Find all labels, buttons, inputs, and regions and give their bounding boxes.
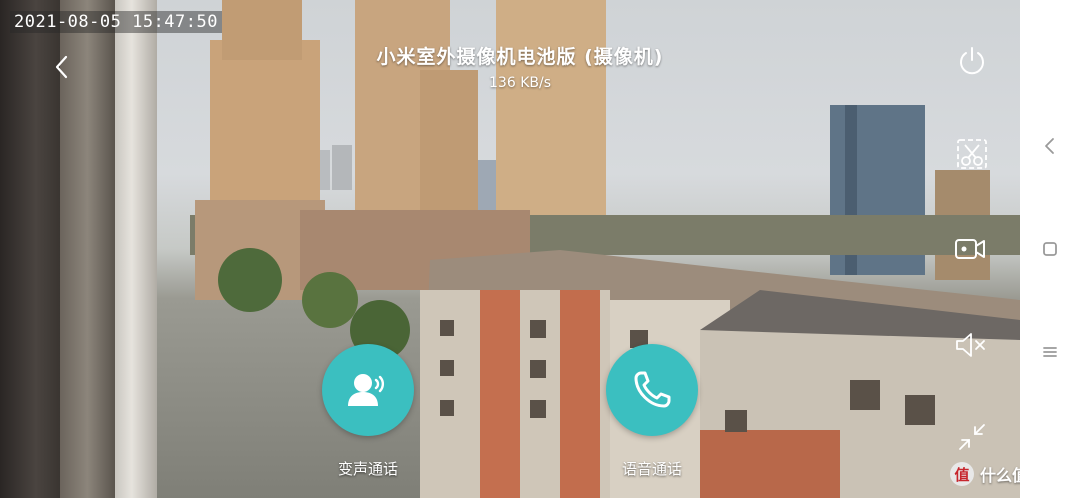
voice-call-button[interactable] [606, 344, 698, 436]
window-frame [0, 0, 60, 498]
power-icon [960, 47, 984, 75]
scissors-icon [957, 139, 987, 169]
watermark-logo: 值 [950, 462, 974, 486]
header: 小米室外摄像机电池版 (摄像机) 136 KB/s [320, 42, 720, 91]
screenshot-button[interactable] [955, 137, 989, 171]
video-record-icon [955, 239, 985, 259]
voice-change-call-button[interactable] [322, 344, 414, 436]
phone-icon [634, 371, 671, 408]
power-button[interactable] [955, 44, 989, 78]
record-button[interactable] [953, 232, 987, 266]
nav-home-button[interactable] [1038, 237, 1062, 261]
voice-changer-person-icon [348, 374, 385, 406]
system-nav-bar [1020, 0, 1080, 498]
mute-button[interactable] [953, 328, 987, 362]
nav-menu-icon [1043, 347, 1057, 357]
speaker-mute-icon [956, 333, 985, 357]
voice-call-label: 语音通话 [621, 460, 682, 478]
nav-back-button[interactable] [1038, 134, 1062, 158]
nav-back-icon [1045, 138, 1054, 154]
window-mullion [115, 0, 157, 498]
timestamp: 2021-08-05 15:47:50 [10, 11, 222, 33]
nav-home-icon [1043, 242, 1057, 256]
stream-speed: 136 KB/s [489, 75, 551, 91]
collapse-arrows-icon [959, 424, 985, 450]
nav-menu-button[interactable] [1038, 340, 1062, 364]
back-button[interactable] [52, 54, 72, 80]
chevron-left-icon [55, 55, 68, 79]
voice-change-label: 变声通话 [337, 460, 398, 478]
device-title: 小米室外摄像机电池版 (摄像机) [376, 46, 664, 68]
fullscreen-exit-button[interactable] [955, 420, 989, 454]
